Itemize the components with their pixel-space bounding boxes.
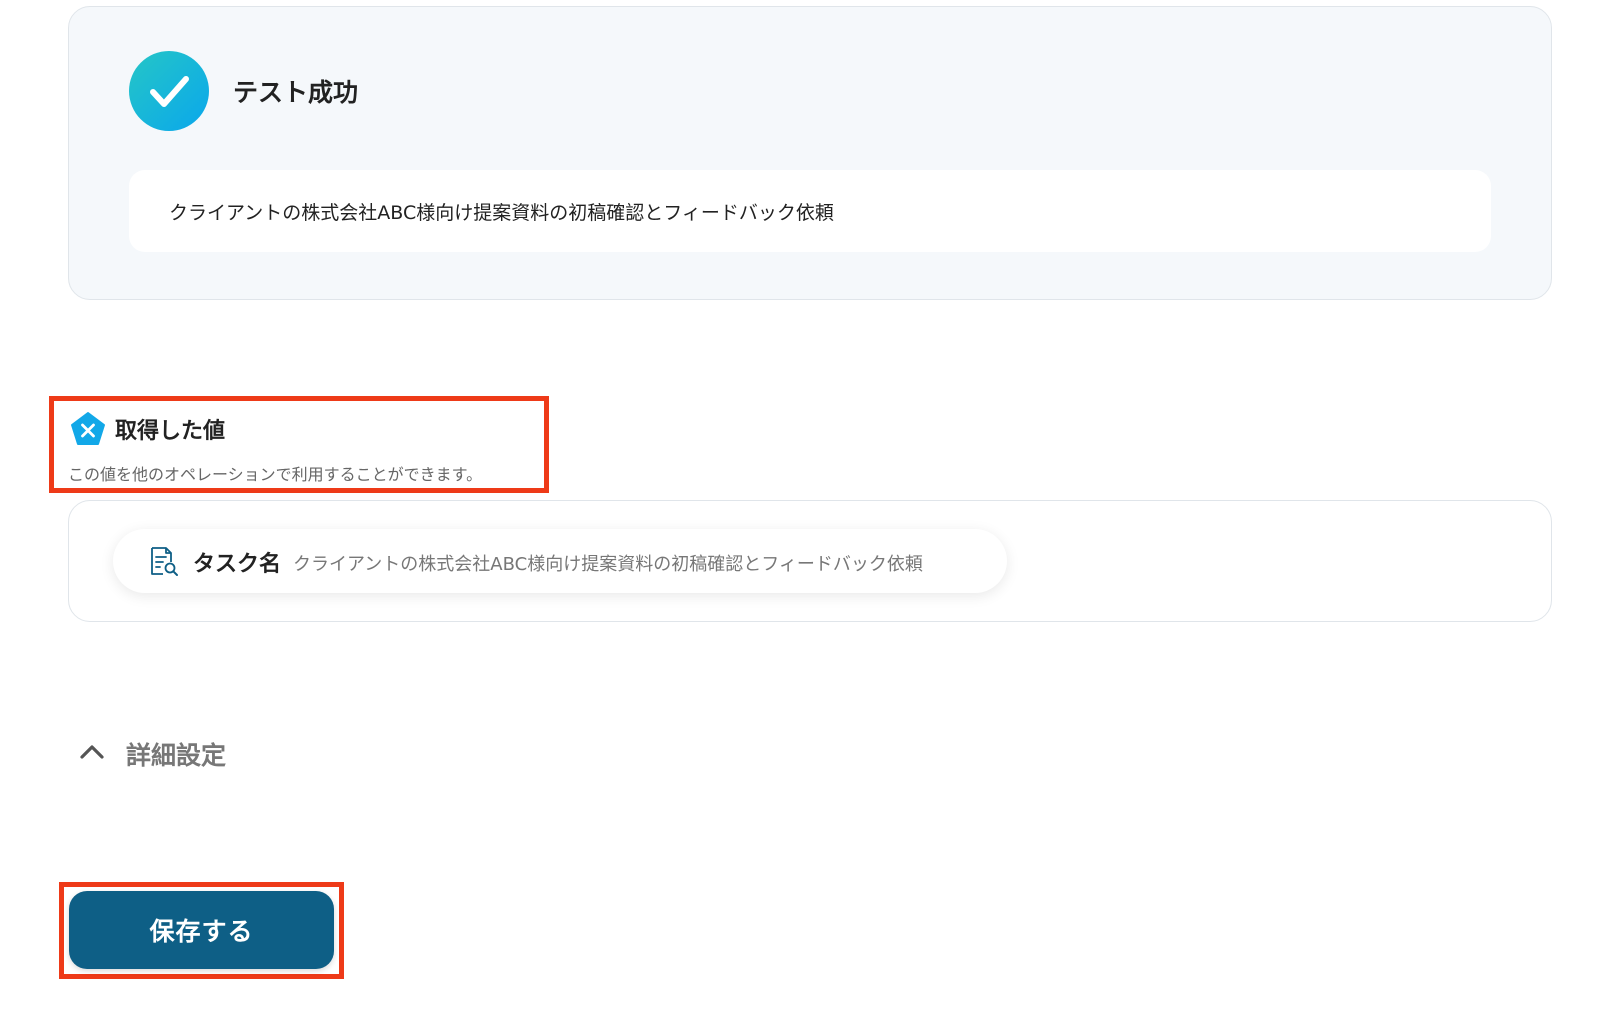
advanced-settings-label: 詳細設定 [126, 741, 227, 770]
obtained-values-panel: タスク名 クライアントの株式会社ABC様向け提案資料の初稿確認とフィードバック依… [68, 500, 1552, 622]
obtained-values-description: この値を他のオペレーションで利用することができます。 [68, 465, 483, 484]
chevron-up-icon [78, 738, 106, 766]
obtained-values-header: 取得した値 この値を他のオペレーションで利用することができます。 [49, 396, 549, 493]
obtained-values-title: 取得した値 [115, 419, 226, 444]
check-circle-icon [129, 51, 209, 131]
document-search-icon [147, 545, 179, 577]
value-chip-label: タスク名 [193, 552, 282, 577]
value-chip-task-name[interactable]: タスク名 クライアントの株式会社ABC様向け提案資料の初稿確認とフィードバック依… [113, 529, 1007, 593]
test-output-box: クライアントの株式会社ABC様向け提案資料の初稿確認とフィードバック依頼 [129, 170, 1491, 252]
variable-pentagon-icon [70, 411, 106, 447]
advanced-settings-toggle[interactable]: 詳細設定 [78, 730, 248, 774]
save-button[interactable]: 保存する [69, 891, 334, 969]
test-result-panel: テスト成功 クライアントの株式会社ABC様向け提案資料の初稿確認とフィードバック… [68, 6, 1552, 300]
test-output-text: クライアントの株式会社ABC様向け提案資料の初稿確認とフィードバック依頼 [169, 202, 834, 224]
test-success-title: テスト成功 [233, 78, 359, 107]
value-chip-value: クライアントの株式会社ABC様向け提案資料の初稿確認とフィードバック依頼 [293, 554, 923, 575]
